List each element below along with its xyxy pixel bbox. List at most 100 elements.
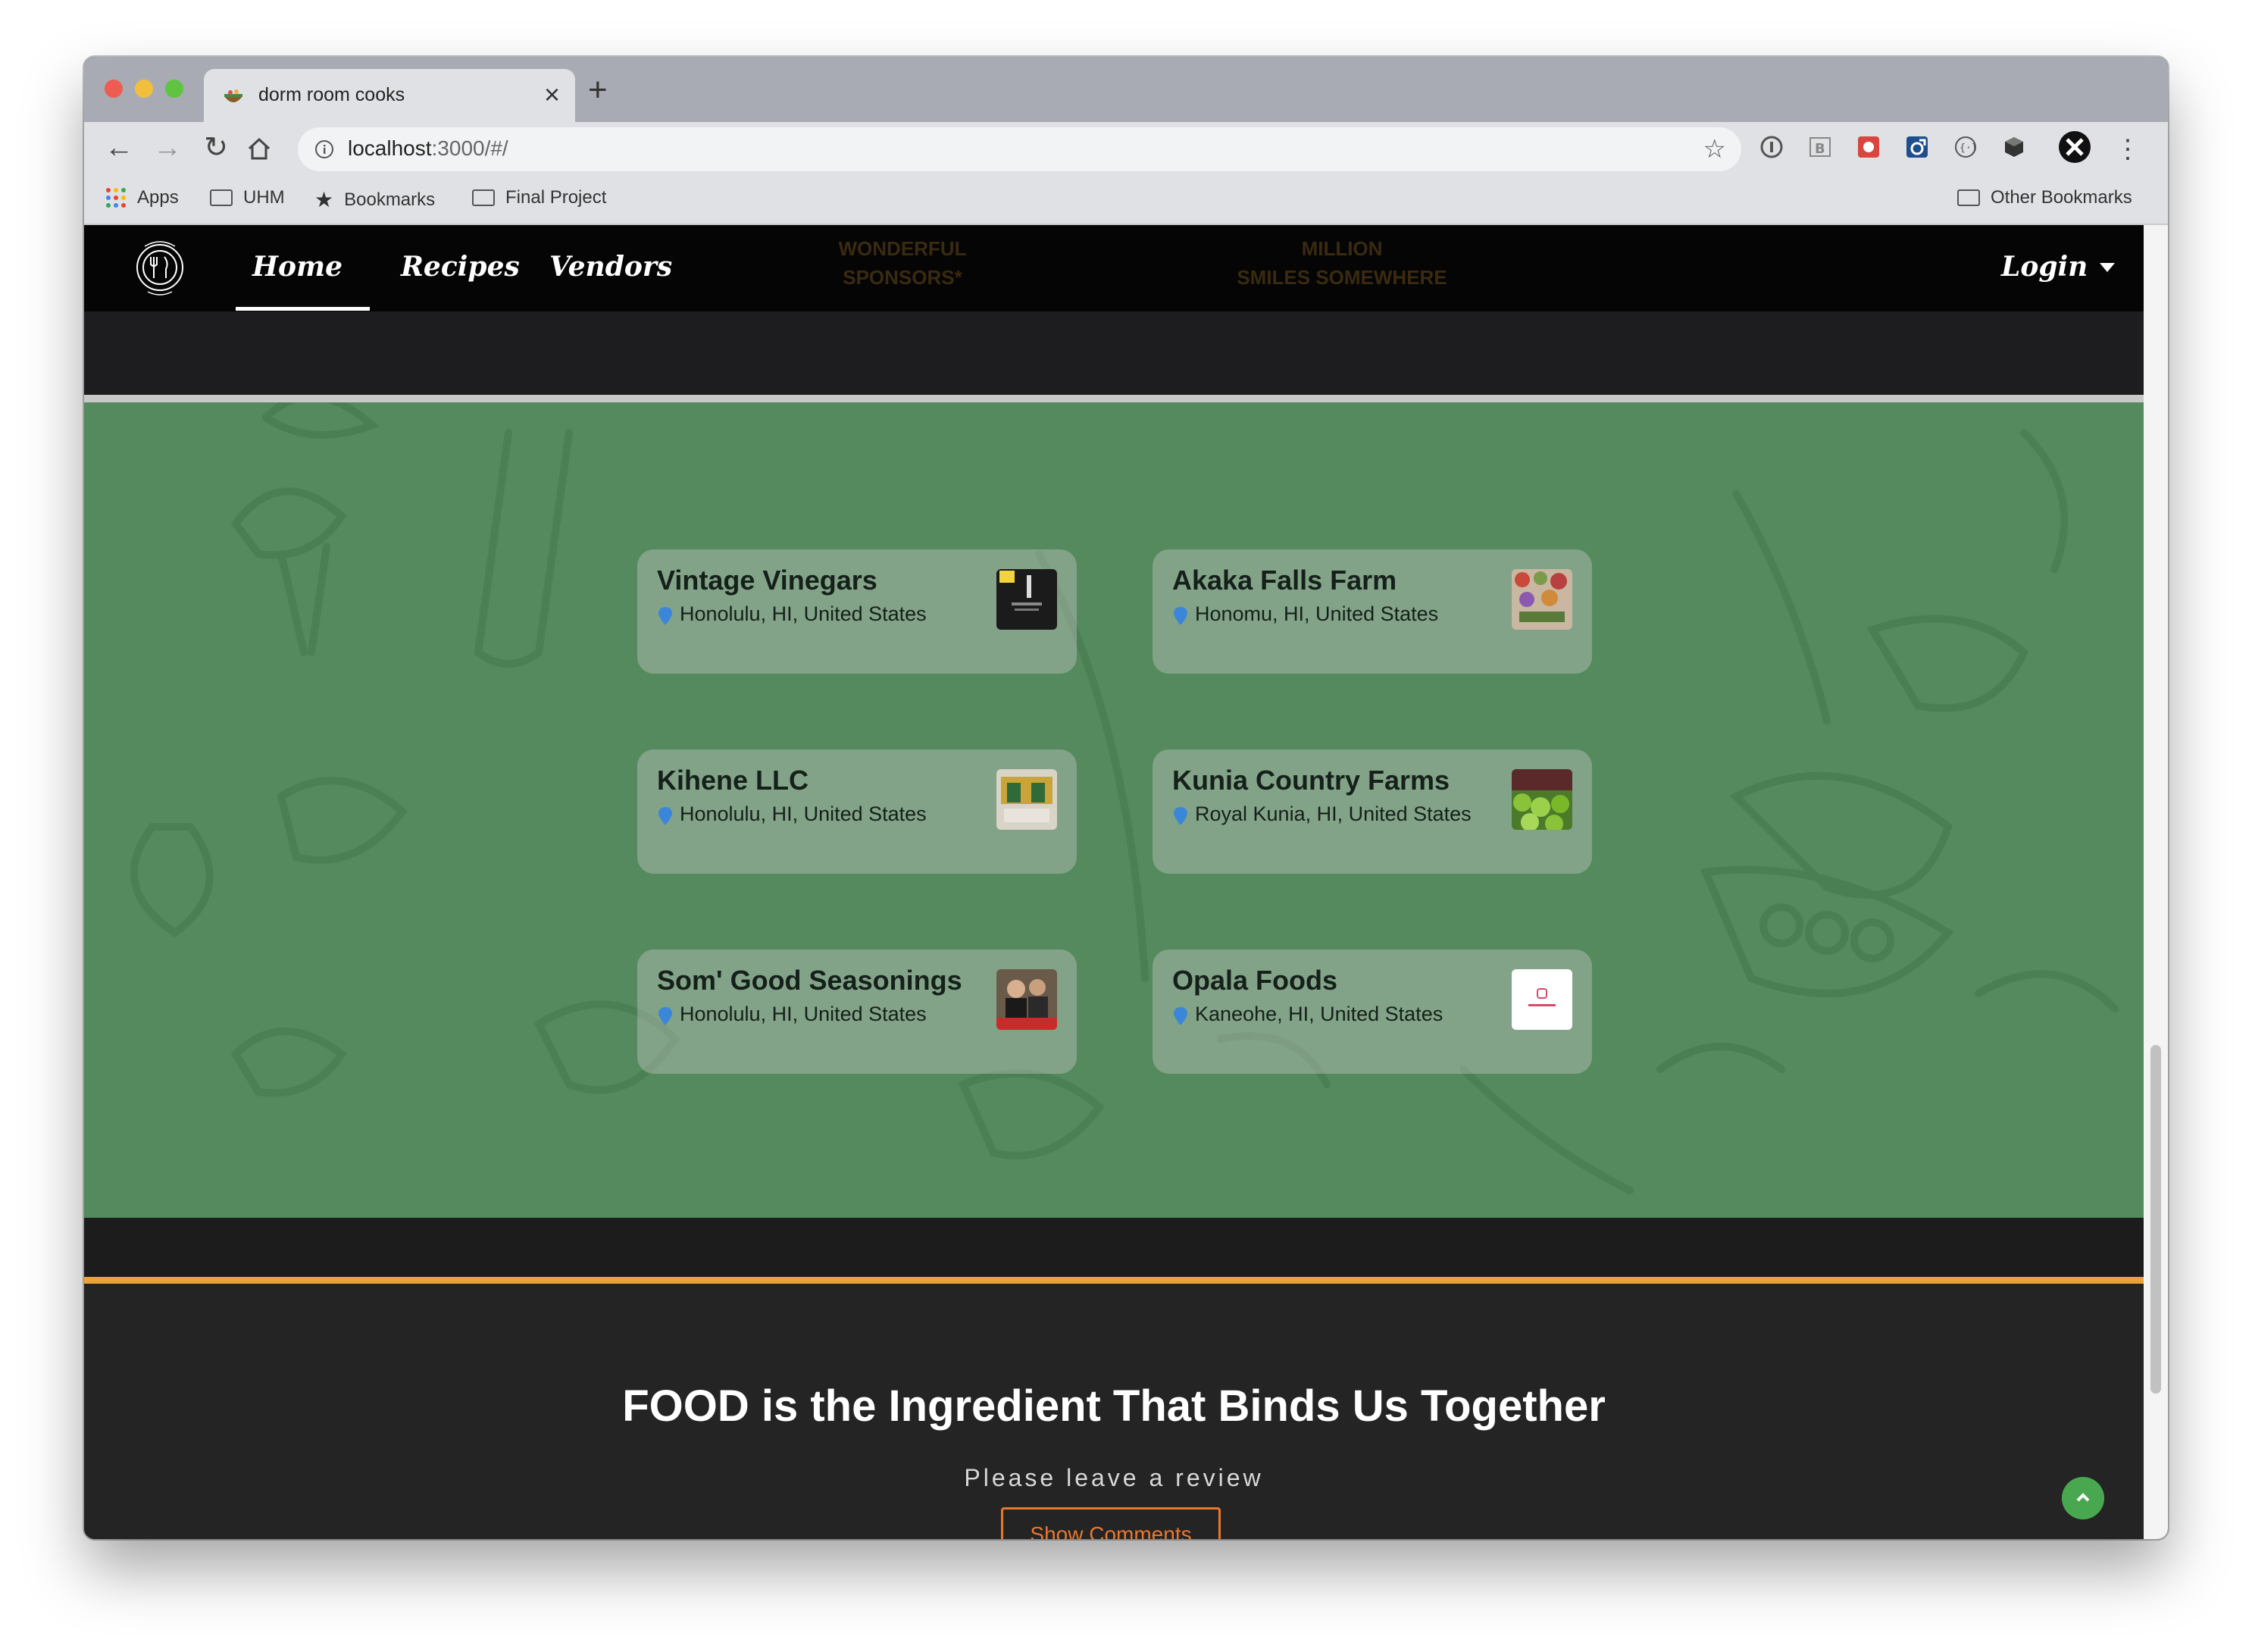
puzzle-extension-icon[interactable] — [1856, 134, 1881, 160]
vegetable-doodle-background — [130, 402, 2119, 1194]
back-arrow-icon[interactable]: ← — [101, 130, 137, 166]
vendor-thumbnail — [1512, 569, 1572, 630]
info-icon[interactable] — [314, 139, 334, 159]
stat-sponsors: WONDERFUL SPONSORS* — [827, 234, 978, 292]
folder-icon — [1957, 189, 1980, 206]
vendor-name: Opala Foods — [1172, 965, 1338, 996]
bookmark-uhm-label: UHM — [243, 187, 285, 208]
url-path: :3000/#/ — [431, 136, 508, 160]
vendor-name: Akaka Falls Farm — [1172, 565, 1397, 596]
apps-grid-icon — [106, 188, 126, 208]
tab-strip: dorm room cooks × + — [84, 57, 2168, 122]
cube-extension-icon[interactable] — [2001, 134, 2027, 160]
profile-avatar-icon[interactable] — [2057, 130, 2092, 164]
caret-down-icon[interactable] — [2100, 263, 2115, 272]
vendor-name: Kunia Country Farms — [1172, 765, 1450, 796]
stat-smiles: MILLION SMILES SOMEWHERE — [1221, 234, 1463, 292]
bookmark-final-project[interactable]: Final Project — [472, 187, 606, 208]
url-text: localhost:3000/#/ — [348, 136, 508, 161]
reload-icon[interactable]: ↻ — [198, 130, 234, 166]
bold-extension-icon[interactable]: B — [1807, 134, 1833, 160]
vendor-thumbnail — [1512, 769, 1572, 830]
menu-kebab-icon[interactable]: ⋮ — [2115, 131, 2141, 167]
scrollbar-thumb[interactable] — [2150, 1045, 2161, 1394]
bookmark-star-icon[interactable]: ☆ — [1703, 135, 1726, 164]
bookmark-other[interactable]: Other Bookmarks — [1957, 187, 2132, 208]
vendor-location: Honolulu, HI, United States — [680, 803, 927, 825]
map-pin-icon — [658, 807, 672, 825]
footer-title: FOOD is the Ingredient That Binds Us Tog… — [622, 1381, 1606, 1431]
vendor-card[interactable]: Akaka Falls Farm Honomu, HI, United Stat… — [1153, 549, 1592, 674]
browser-tab[interactable]: dorm room cooks × — [204, 69, 575, 122]
vendor-thumbnail — [996, 969, 1057, 1030]
close-window-button[interactable] — [105, 80, 123, 98]
show-comments-button[interactable]: Show Comments — [1001, 1507, 1221, 1539]
review-footer: FOOD is the Ingredient That Binds Us Tog… — [84, 1284, 2144, 1539]
login-dropdown[interactable]: Login — [2001, 251, 2088, 283]
vendor-name: Kihene LLC — [657, 765, 809, 796]
url-host: localhost — [348, 136, 432, 160]
vendor-card[interactable]: Vintage Vinegars Honolulu, HI, United St… — [637, 549, 1077, 674]
stat-smiles-line2: SMILES SOMEWHERE — [1237, 266, 1447, 289]
stat-smiles-line1: MILLION — [1301, 237, 1383, 260]
vendor-card[interactable]: Kihene LLC Honolulu, HI, United States — [637, 749, 1077, 874]
vendor-name: Som' Good Seasonings — [657, 965, 962, 996]
vendor-name: Vintage Vinegars — [657, 565, 877, 596]
code-extension-icon[interactable]: {·} — [1953, 134, 1978, 160]
tab-close-icon[interactable]: × — [544, 80, 560, 110]
map-pin-icon — [658, 1007, 672, 1025]
svg-text:{·}: {·} — [1960, 142, 1977, 154]
vendor-location: Honolulu, HI, United States — [680, 1003, 927, 1025]
star-icon: ★ — [314, 188, 334, 211]
screen: dorm room cooks × + ← → ↻ localhost:3000… — [0, 0, 2252, 1652]
maximize-window-button[interactable] — [165, 80, 183, 98]
footer-subtitle: Please leave a review — [964, 1464, 1264, 1491]
bookmark-bookmarks-label: Bookmarks — [344, 189, 436, 210]
nav-vendors-link[interactable]: Vendors — [549, 251, 672, 283]
vendor-thumbnail — [996, 569, 1057, 630]
bookmarks-bar: Apps UHM ★ Bookmarks Final Project Other… — [84, 177, 2168, 225]
new-tab-button[interactable]: + — [588, 74, 608, 107]
bookmark-apps[interactable]: Apps — [105, 187, 179, 208]
bookmark-uhm[interactable]: UHM — [210, 187, 285, 208]
stat-sponsors-line1: WONDERFUL — [838, 237, 967, 260]
password-extension-icon[interactable] — [1759, 134, 1784, 160]
section-divider — [84, 395, 2144, 402]
vendors-section: Vintage Vinegars Honolulu, HI, United St… — [84, 402, 2144, 1218]
network-extension-icon[interactable] — [1904, 134, 1930, 160]
bowl-favicon-icon — [224, 89, 242, 102]
nav-home-link[interactable]: Home — [252, 251, 342, 283]
vendor-card[interactable]: Opala Foods Kaneohe, HI, United States — [1153, 950, 1592, 1074]
vendor-thumbnail — [996, 769, 1057, 830]
map-pin-icon — [658, 607, 672, 625]
page-scrollbar[interactable] — [2144, 225, 2168, 1539]
address-bar[interactable]: localhost:3000/#/ ☆ — [298, 127, 1741, 171]
web-page: Home Recipes Vendors WONDERFUL SPONSORS*… — [84, 225, 2168, 1539]
vendor-location: Honomu, HI, United States — [1195, 602, 1439, 625]
folder-icon — [472, 189, 495, 206]
map-pin-icon — [1174, 607, 1187, 625]
home-icon[interactable] — [246, 136, 272, 161]
hero-bottom-band — [84, 311, 2144, 395]
minimize-window-button[interactable] — [135, 80, 153, 98]
bookmark-other-label: Other Bookmarks — [1991, 187, 2132, 208]
stat-sponsors-line2: SPONSORS* — [843, 266, 962, 289]
vendor-card[interactable]: Kunia Country Farms Royal Kunia, HI, Uni… — [1153, 749, 1592, 874]
bookmark-apps-label: Apps — [137, 187, 179, 208]
vendor-location: Royal Kunia, HI, United States — [1195, 803, 1472, 825]
svg-text:B: B — [1815, 141, 1825, 157]
forward-arrow-icon[interactable]: → — [149, 130, 186, 166]
vendor-card[interactable]: Som' Good Seasonings Honolulu, HI, Unite… — [637, 950, 1077, 1074]
bookmark-bookmarks[interactable]: ★ Bookmarks — [314, 187, 435, 212]
nav-active-indicator — [236, 307, 370, 311]
folder-icon — [210, 189, 233, 206]
vendor-location: Honolulu, HI, United States — [680, 602, 927, 625]
site-navbar: Home Recipes Vendors WONDERFUL SPONSORS*… — [84, 225, 2144, 311]
nav-recipes-link[interactable]: Recipes — [401, 251, 520, 283]
browser-toolbar: ← → ↻ localhost:3000/#/ ☆ B {·} ⋮ — [84, 122, 2168, 177]
tab-title: dorm room cooks — [258, 84, 405, 105]
bookmark-final-project-label: Final Project — [505, 187, 607, 208]
scroll-to-top-button[interactable] — [2062, 1477, 2104, 1519]
vendor-thumbnail — [1512, 969, 1572, 1030]
site-logo-icon[interactable] — [128, 236, 192, 299]
